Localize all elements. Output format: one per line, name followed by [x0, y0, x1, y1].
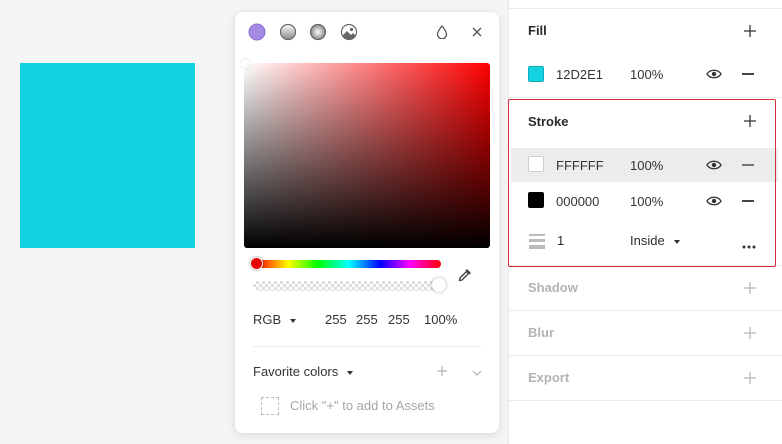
radial-gradient-mode-icon[interactable]: [308, 22, 328, 42]
hue-slider[interactable]: [250, 257, 441, 270]
divider: [509, 400, 782, 401]
add-blur-icon[interactable]: [743, 326, 757, 340]
divider: [509, 8, 782, 9]
green-value-input[interactable]: 255: [356, 312, 378, 327]
empty-asset-slot: [261, 397, 279, 415]
blur-section-title: Blur: [528, 325, 554, 340]
assets-hint-text: Click "+" to add to Assets: [290, 398, 435, 413]
divider: [509, 265, 782, 266]
close-icon[interactable]: [467, 22, 487, 42]
alpha-slider[interactable]: [253, 278, 446, 292]
remove-stroke-icon[interactable]: [742, 200, 754, 202]
add-stroke-icon[interactable]: [743, 114, 757, 128]
fill-section-title: Fill: [528, 23, 547, 38]
solid-fill-mode-icon[interactable]: [247, 22, 267, 42]
more-options-icon[interactable]: [742, 237, 756, 252]
eye-icon[interactable]: [706, 159, 722, 171]
chevron-down-icon: [289, 318, 296, 323]
saturation-value-area[interactable]: [240, 59, 490, 248]
shadow-section-title: Shadow: [528, 280, 578, 295]
eye-icon[interactable]: [706, 195, 722, 207]
expand-chevron-icon[interactable]: [471, 366, 483, 381]
stroke-color-swatch[interactable]: [528, 156, 544, 172]
favorite-colors-label: Favorite colors: [253, 364, 339, 379]
eye-icon[interactable]: [706, 68, 722, 80]
export-section-title: Export: [528, 370, 570, 385]
blue-value-input[interactable]: 255: [388, 312, 410, 327]
stroke-hex-value[interactable]: 000000: [556, 194, 599, 209]
fill-row: 12D2E1 100%: [509, 57, 782, 91]
alpha-value-input[interactable]: 100%: [424, 312, 457, 327]
red-value-input[interactable]: 255: [325, 312, 347, 327]
chevron-down-icon: [674, 239, 681, 244]
color-model-select[interactable]: RGB: [253, 312, 296, 327]
canvas-rectangle[interactable]: [20, 63, 195, 248]
remove-stroke-icon[interactable]: [742, 164, 754, 166]
stroke-position-select[interactable]: Inside: [630, 233, 681, 248]
stroke-opacity-value[interactable]: 100%: [630, 194, 663, 209]
properties-panel: Fill 12D2E1 100% Stroke FFFFFF 100% 0000…: [508, 0, 782, 444]
color-cursor-handle[interactable]: [240, 59, 250, 69]
remove-fill-icon[interactable]: [742, 73, 754, 75]
divider: [509, 355, 782, 356]
add-export-icon[interactable]: [743, 371, 757, 385]
add-fill-icon[interactable]: [743, 24, 757, 38]
stroke-opacity-value[interactable]: 100%: [630, 158, 663, 173]
divider: [253, 346, 481, 347]
chevron-down-icon: [346, 370, 353, 375]
add-favorite-icon[interactable]: [436, 365, 448, 380]
opacity-drop-icon[interactable]: [432, 22, 452, 42]
eyedropper-icon[interactable]: [456, 266, 474, 284]
color-model-label: RGB: [253, 312, 282, 327]
fill-color-swatch[interactable]: [528, 66, 544, 82]
stroke-row: 000000 100%: [509, 184, 782, 218]
stroke-hex-value[interactable]: FFFFFF: [556, 158, 604, 173]
stroke-settings-row: 1 Inside: [509, 223, 782, 257]
stroke-position-label: Inside: [630, 233, 665, 248]
hue-slider-handle[interactable]: [250, 257, 263, 270]
divider: [509, 310, 782, 311]
alpha-slider-handle[interactable]: [432, 278, 446, 292]
color-picker-popover: RGB 255 255 255 100% Favorite colors Cli…: [235, 12, 499, 433]
divider: [509, 97, 782, 98]
add-shadow-icon[interactable]: [743, 281, 757, 295]
fill-opacity-value[interactable]: 100%: [630, 67, 663, 82]
stroke-section-title: Stroke: [528, 114, 569, 129]
fill-hex-value[interactable]: 12D2E1: [556, 67, 603, 82]
stroke-weight-input[interactable]: 1: [557, 233, 564, 248]
linear-gradient-mode-icon[interactable]: [278, 22, 298, 42]
stroke-weight-icon: [529, 233, 545, 252]
image-fill-mode-icon[interactable]: [339, 22, 359, 42]
stroke-row: FFFFFF 100%: [511, 148, 778, 182]
stroke-color-swatch[interactable]: [528, 192, 544, 208]
favorite-colors-dropdown[interactable]: Favorite colors: [253, 364, 353, 379]
